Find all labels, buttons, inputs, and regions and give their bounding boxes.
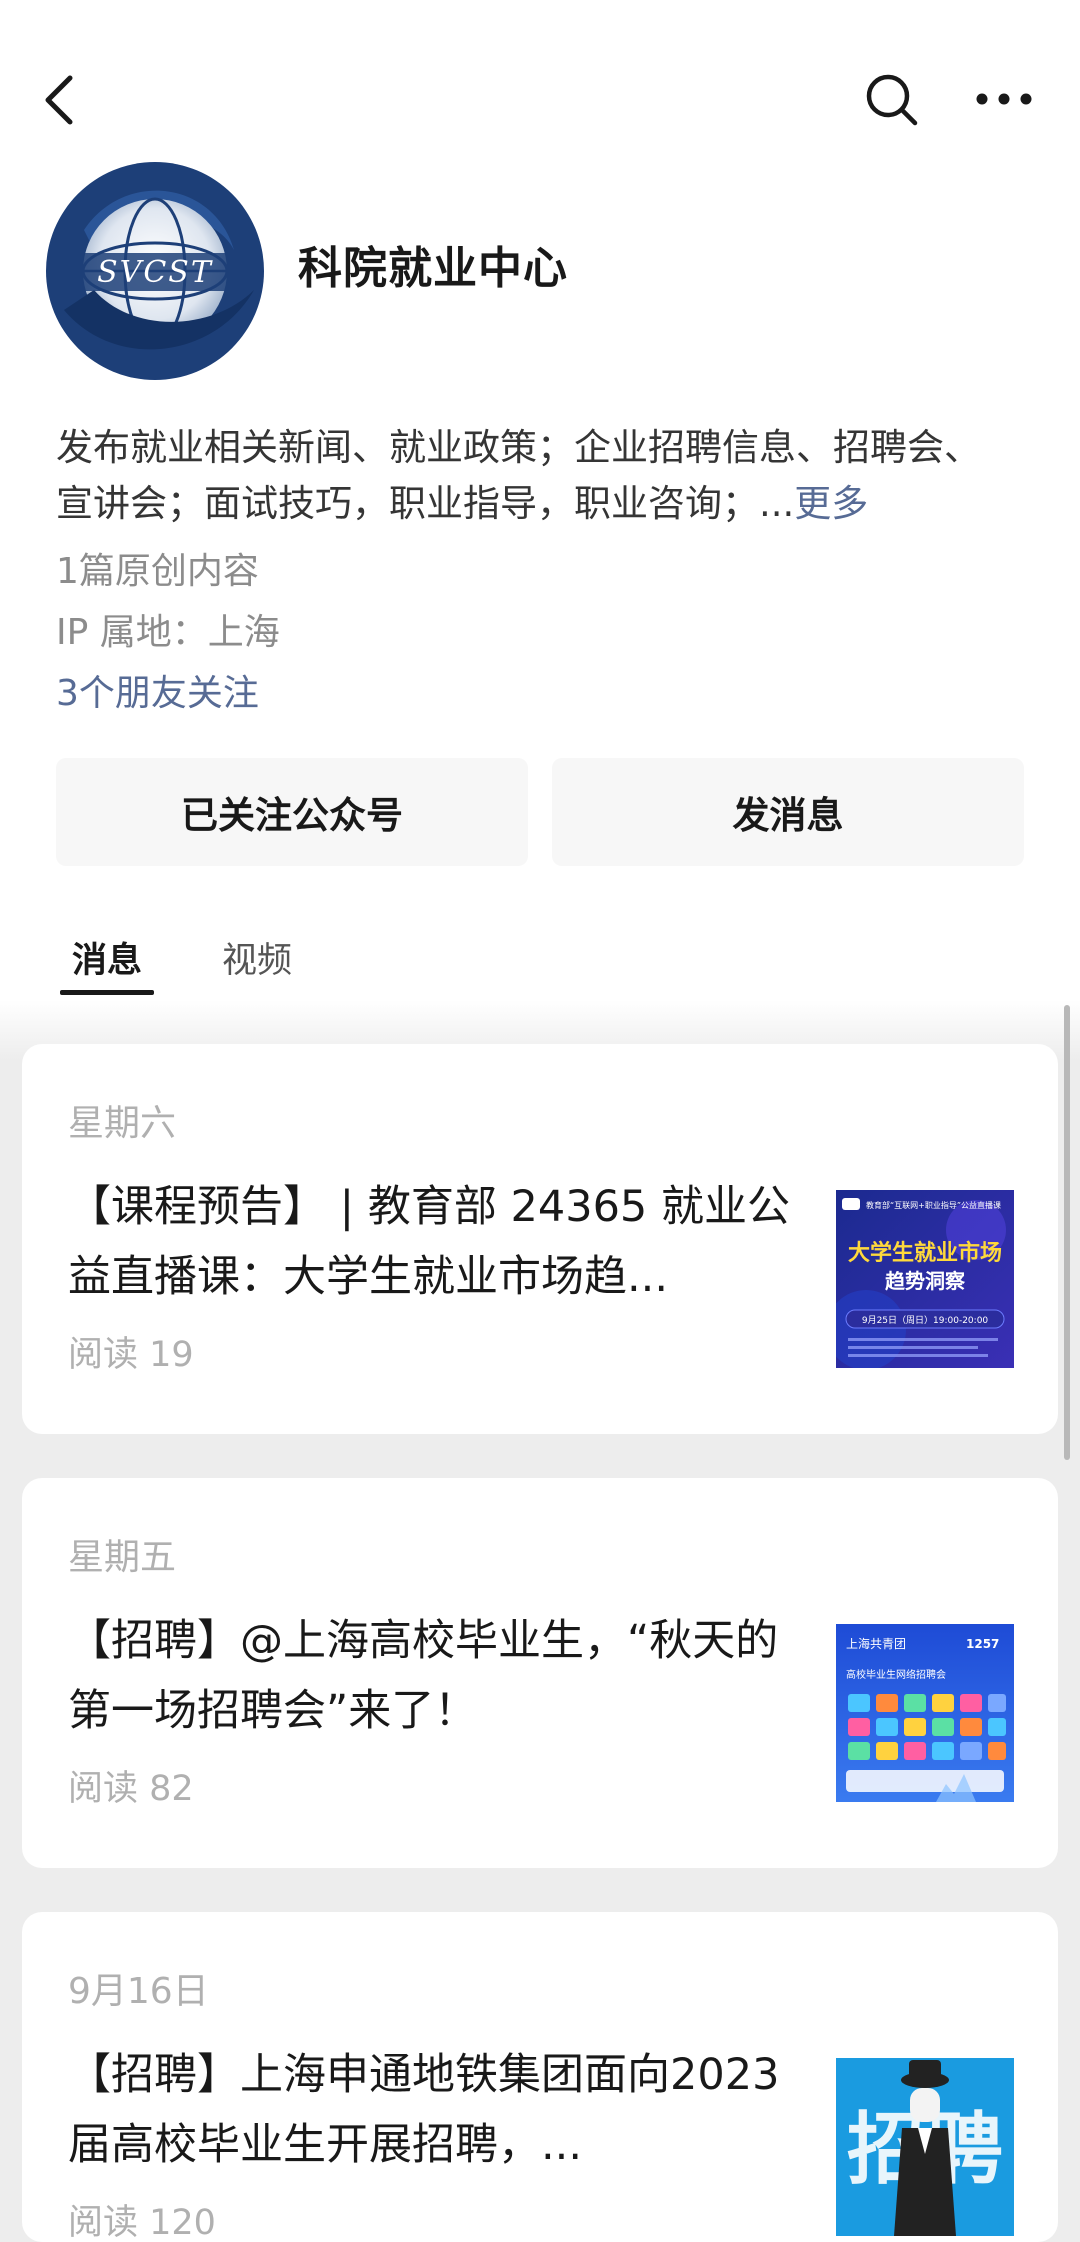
friends-following-link[interactable]: 3个朋友关注 bbox=[56, 664, 259, 716]
scrollbar[interactable] bbox=[1064, 1005, 1070, 1460]
account-name: 科院就业中心 bbox=[298, 243, 568, 294]
ip-location: IP 属地：上海 bbox=[56, 612, 280, 653]
article-title[interactable]: 【招聘】@上海高校毕业生，“秋天的第一场招聘会”来了！ bbox=[68, 1606, 808, 1746]
thumb-sub-text: 高校毕业生网络招聘会 bbox=[846, 1668, 946, 1681]
search-icon[interactable] bbox=[864, 72, 920, 128]
account-description: 发布就业相关新闻、就业政策；企业招聘信息、招聘会、宣讲会；面试技巧，职业指导，职… bbox=[56, 420, 1016, 532]
more-link[interactable]: 更多 bbox=[794, 482, 868, 525]
article-thumbnail[interactable]: 上海共青团 1257 高校毕业生网络招聘会 bbox=[836, 1624, 1014, 1802]
back-icon[interactable] bbox=[38, 70, 86, 130]
article-card[interactable]: 9月16日 【招聘】上海申通地铁集团面向2023届高校毕业生开展招聘，... 阅… bbox=[22, 1912, 1058, 2242]
more-options-icon[interactable] bbox=[974, 84, 1034, 114]
article-date: 9月16日 bbox=[68, 1971, 209, 2012]
article-read-count: 阅读 120 bbox=[68, 2203, 216, 2242]
thumb-header-text: 上海共青团 bbox=[846, 1636, 906, 1651]
active-tab-indicator bbox=[60, 990, 154, 995]
article-date: 星期五 bbox=[68, 1537, 177, 1578]
article-thumbnail[interactable]: 招聘 bbox=[836, 2058, 1014, 2236]
logo-text: SVCST bbox=[97, 255, 213, 290]
thumb-header-text: 教育部“互联网+职业指导”公益直播课 bbox=[866, 1200, 1001, 1210]
tab-messages[interactable]: 消息 bbox=[72, 932, 142, 983]
article-read-count: 阅读 82 bbox=[68, 1769, 194, 1809]
article-title[interactable]: 【课程预告】 | 教育部 24365 就业公益直播课：大学生就业市场趋... bbox=[68, 1172, 808, 1312]
article-card[interactable]: 星期五 【招聘】@上海高校毕业生，“秋天的第一场招聘会”来了！ 阅读 82 上海… bbox=[22, 1478, 1058, 1868]
account-avatar[interactable]: SVCST bbox=[44, 160, 266, 382]
send-message-button[interactable]: 发消息 bbox=[552, 758, 1024, 866]
thumb-date-text: 9月25日（周日）19:00-20:00 bbox=[862, 1315, 989, 1326]
followed-button[interactable]: 已关注公众号 bbox=[56, 758, 528, 866]
article-read-count: 阅读 19 bbox=[68, 1335, 194, 1375]
article-date: 星期六 bbox=[68, 1103, 177, 1144]
tab-videos[interactable]: 视频 bbox=[222, 932, 292, 983]
thumb-main-text: 趋势洞察 bbox=[885, 1269, 966, 1293]
article-title[interactable]: 【招聘】上海申通地铁集团面向2023届高校毕业生开展招聘，... bbox=[68, 2040, 808, 2180]
original-count: 1篇原创内容 bbox=[56, 551, 259, 592]
article-thumbnail[interactable]: 教育部“互联网+职业指导”公益直播课 大学生就业市场 趋势洞察 9月25日（周日… bbox=[836, 1190, 1014, 1368]
article-card[interactable]: 星期六 【课程预告】 | 教育部 24365 就业公益直播课：大学生就业市场趋.… bbox=[22, 1044, 1058, 1434]
thumb-main-text: 大学生就业市场 bbox=[848, 1240, 1002, 1266]
thumb-number-text: 1257 bbox=[966, 1637, 999, 1651]
